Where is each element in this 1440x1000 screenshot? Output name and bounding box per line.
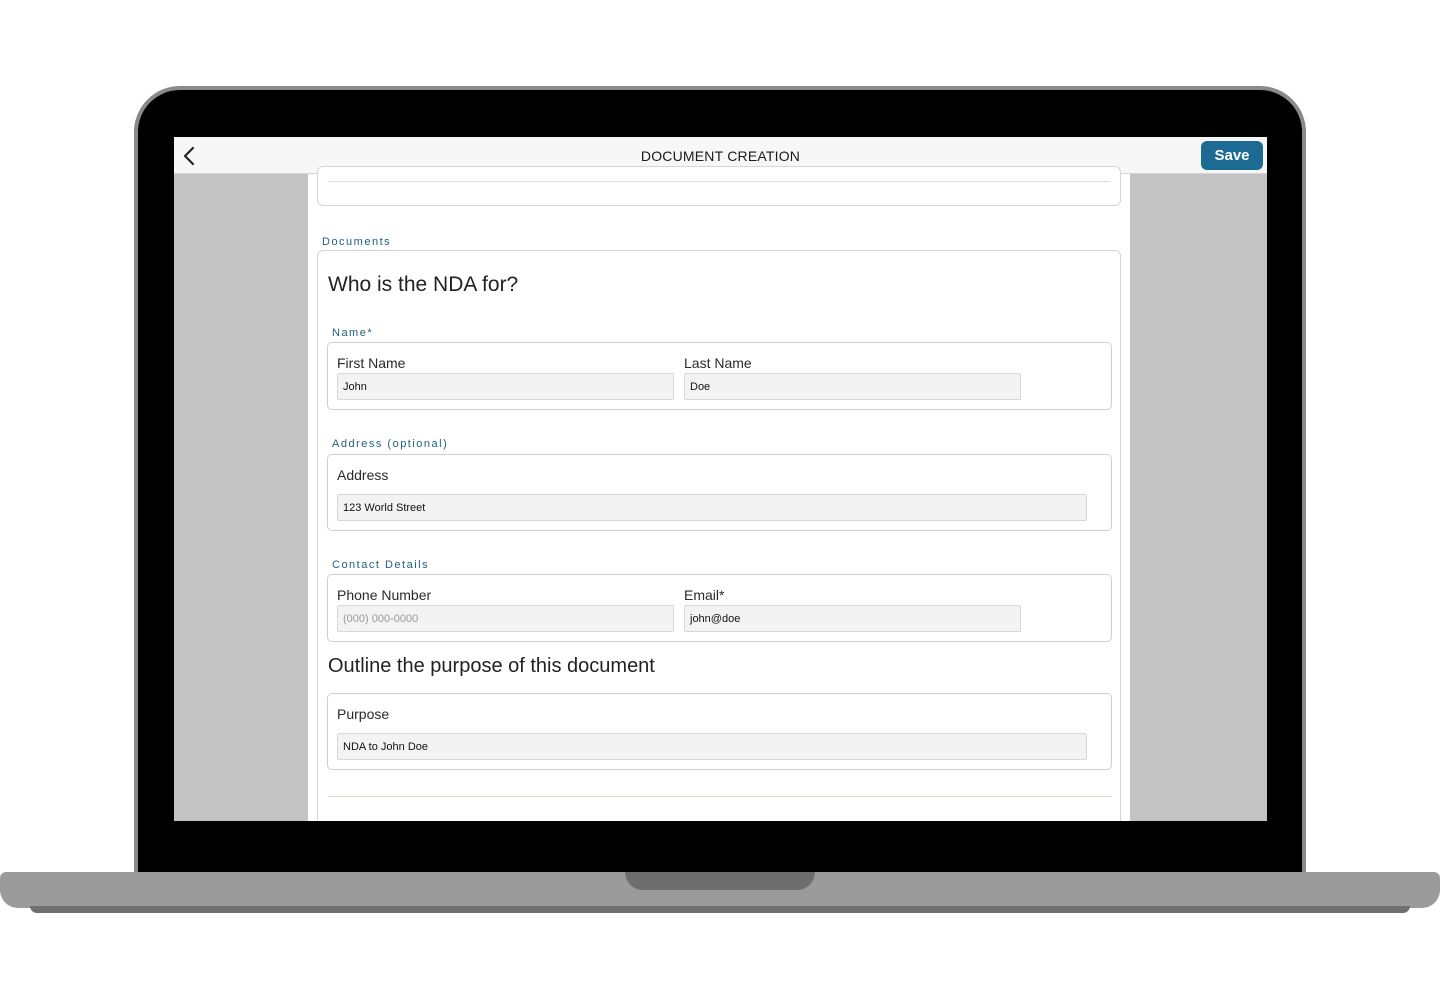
purpose-question-heading: Outline the purpose of this document [328,655,655,677]
page-title: DOCUMENT CREATION [640,148,801,164]
purpose-input[interactable]: NDA to John Doe [337,733,1087,760]
previous-section-divider [328,181,1110,182]
laptop-base-shadow [30,906,1410,913]
first-name-label: First Name [337,355,406,371]
address-group-label: Address (optional) [332,438,449,450]
save-button[interactable]: Save [1201,141,1263,170]
name-group: First Name John Last Name Doe [327,342,1112,410]
app-screen: DOCUMENT CREATION Save Documents Who is … [174,137,1267,821]
last-name-label: Last Name [684,355,752,371]
purpose-group: Purpose NDA to John Doe [327,693,1112,770]
section-label-documents: Documents [322,236,392,248]
documents-card: Who is the NDA for? Name* First Name Joh… [317,250,1121,821]
laptop-notch [625,872,815,890]
address-group: Address 123 World Street [327,454,1112,531]
section-divider [328,796,1112,797]
address-input[interactable]: 123 World Street [337,494,1087,521]
purpose-label: Purpose [337,706,390,722]
contact-group-label: Contact Details [332,559,430,571]
nda-question-heading: Who is the NDA for? [328,273,519,296]
address-label: Address [337,467,389,483]
email-label: Email* [684,587,725,603]
last-name-input[interactable]: Doe [684,373,1021,400]
name-group-label: Name* [332,327,374,339]
previous-section-card [317,166,1121,206]
email-input[interactable]: john@doe [684,605,1021,632]
contact-group: Phone Number (000) 000-0000 Email* john@… [327,574,1112,642]
first-name-input[interactable]: John [337,373,674,400]
phone-input[interactable]: (000) 000-0000 [337,605,674,632]
form-content[interactable]: Documents Who is the NDA for? Name* Firs… [308,166,1130,821]
phone-label: Phone Number [337,587,432,603]
